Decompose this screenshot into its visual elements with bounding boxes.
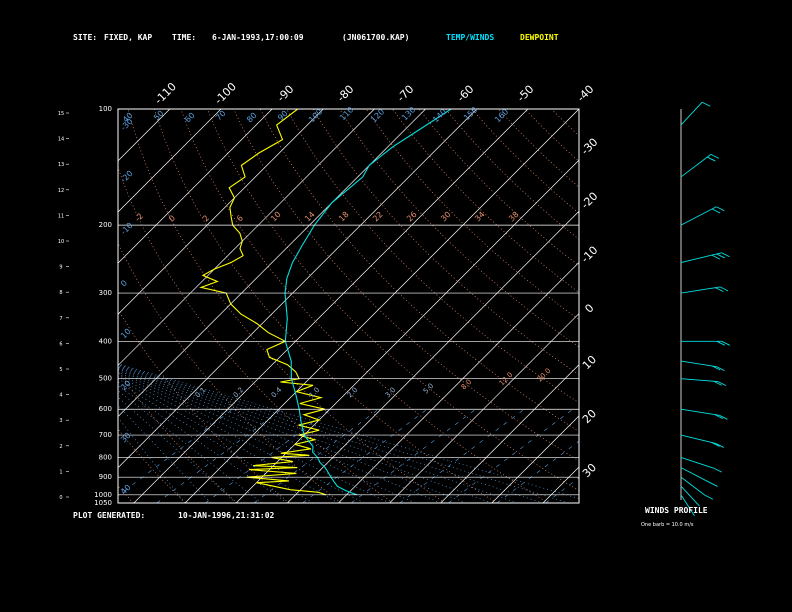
pressure-tick-label: 200 (99, 221, 112, 229)
height-tick-label: 0 (59, 495, 62, 501)
pressure-tick-label: 1000 (94, 491, 112, 499)
generated-label: PLOT GENERATED: (73, 511, 146, 520)
height-tick-label: 1 (59, 469, 62, 475)
temp-winds-legend: TEMP/WINDS (446, 33, 495, 42)
generated-value: 10-JAN-1996,21:31:02 (178, 511, 275, 520)
pressure-tick-label: 600 (99, 405, 112, 413)
height-tick-label: 8 (59, 290, 62, 296)
dewpoint-legend: DEWPOINT (520, 33, 559, 42)
height-tick-label: 7 (59, 316, 62, 322)
height-tick-label: 11 (58, 213, 64, 219)
height-tick-label: 15 (58, 111, 64, 117)
pressure-tick-label: 400 (99, 337, 112, 345)
height-tick-label: 6 (59, 341, 62, 347)
height-tick-label: 2 (59, 444, 62, 450)
height-tick-label: 12 (58, 188, 64, 194)
site-value: FIXED, KAP (104, 33, 153, 42)
site-label: SITE: (73, 33, 98, 42)
file-id: (JN061700.KAP) (342, 33, 410, 42)
time-value: 6-JAN-1993,17:00:09 (212, 33, 304, 42)
height-tick-label: 5 (59, 367, 62, 373)
height-tick-label: 9 (59, 265, 62, 271)
pressure-tick-label: 700 (99, 431, 112, 439)
height-tick-label: 14 (58, 137, 64, 143)
pressure-tick-label: 800 (99, 453, 112, 461)
pressure-tick-label: 300 (99, 289, 112, 297)
pressure-tick-label: 500 (99, 375, 112, 383)
winds-barb-note: One barb = 10.0 m/s (641, 522, 694, 528)
skewt-chart: 1002003004005006007008009001000105001234… (0, 0, 792, 612)
height-tick-label: 3 (59, 418, 62, 424)
height-tick-label: 10 (58, 239, 64, 245)
winds-profile-title: WINDS PROFILE (645, 506, 708, 515)
pressure-tick-label: 900 (99, 473, 112, 481)
height-tick-label: 4 (59, 393, 62, 399)
pressure-tick-label: 100 (99, 105, 112, 113)
pressure-tick-label: 1050 (94, 499, 112, 507)
height-tick-label: 13 (58, 162, 64, 168)
time-label: TIME: (172, 33, 197, 42)
